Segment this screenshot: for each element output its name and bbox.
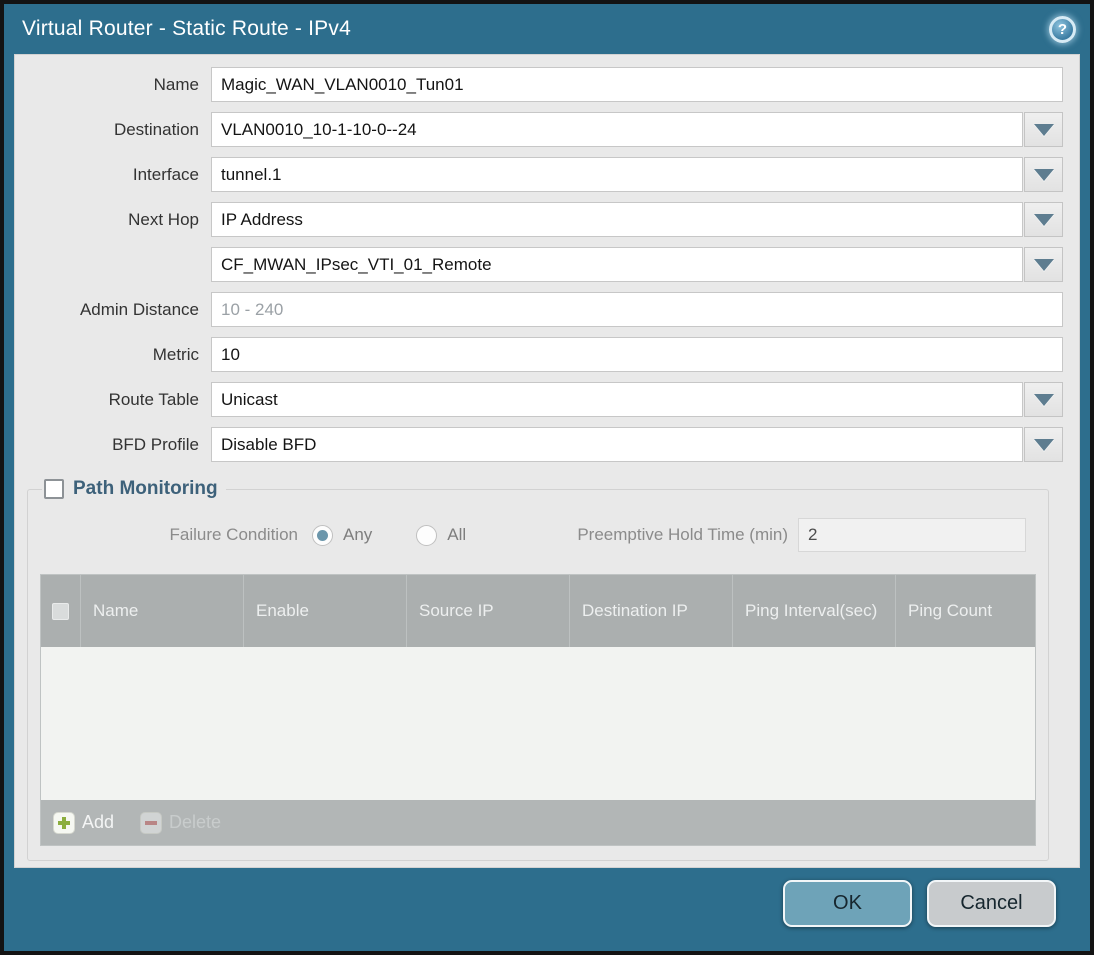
name-label: Name [153, 74, 199, 94]
preemptive-hold-time-label: Preemptive Hold Time (min) [577, 525, 788, 544]
name-input[interactable] [211, 67, 1063, 102]
next-hop-address-dropdown-button[interactable] [1024, 247, 1063, 282]
form-row-bfd-profile: BFD Profile [15, 427, 1063, 462]
radio-selected-dot [317, 529, 328, 541]
add-button-label: Add [82, 812, 115, 832]
table-select-all-cell [41, 575, 81, 647]
dialog-titlebar: Virtual Router - Static Route - IPv4 ? [4, 4, 1090, 54]
radio-all-label: All [447, 525, 467, 544]
interface-input[interactable] [211, 157, 1023, 192]
path-monitoring-section: Path Monitoring Failure Condition Any Al… [27, 478, 1049, 861]
bfd-profile-dropdown-button[interactable] [1024, 427, 1063, 462]
column-header-enable: Enable [244, 575, 407, 647]
table-body-empty [41, 647, 1035, 800]
form-row-interface: Interface [15, 157, 1063, 192]
destination-input[interactable] [211, 112, 1023, 147]
dialog-title: Virtual Router - Static Route - IPv4 [22, 17, 351, 40]
column-header-destination-ip: Destination IP [570, 575, 733, 647]
preemptive-hold-time: Preemptive Hold Time (min) [577, 518, 1026, 552]
delete-button: Delete [140, 811, 222, 834]
admin-distance-input[interactable] [211, 292, 1063, 327]
next-hop-label: Next Hop [128, 209, 199, 229]
form-row-route-table: Route Table [15, 382, 1063, 417]
interface-label: Interface [132, 164, 199, 184]
column-header-ping-interval: Ping Interval(sec) [733, 575, 896, 647]
destination-dropdown-button[interactable] [1024, 112, 1063, 147]
column-header-name: Name [81, 575, 244, 647]
path-monitoring-title: Path Monitoring [73, 478, 218, 499]
static-route-dialog: Virtual Router - Static Route - IPv4 ? N… [0, 0, 1094, 955]
column-header-source-ip: Source IP [407, 575, 570, 647]
chevron-down-icon [1033, 213, 1054, 226]
form-row-next-hop-address [15, 247, 1063, 282]
next-hop-type-input[interactable] [211, 202, 1023, 237]
destination-label: Destination [113, 119, 199, 139]
table-footer-bar: Add Delete [41, 800, 1035, 845]
form-row-destination: Destination [15, 112, 1063, 147]
form-row-name: Name [15, 67, 1063, 102]
failure-condition-label: Failure Condition [169, 525, 298, 544]
select-all-checkbox [52, 602, 69, 620]
add-button[interactable]: Add [53, 811, 115, 834]
route-table-input[interactable] [211, 382, 1023, 417]
radio-any-label: Any [343, 525, 373, 544]
column-header-ping-count: Ping Count [908, 601, 993, 620]
path-monitoring-legend: Path Monitoring [42, 478, 226, 500]
failure-condition-any-option: Any [312, 524, 373, 546]
radio-all-icon [416, 524, 438, 546]
ok-button[interactable]: OK [783, 880, 912, 927]
delete-icon [140, 811, 163, 834]
metric-label: Metric [152, 344, 199, 364]
form-row-admin-distance: Admin Distance [15, 292, 1063, 327]
path-monitoring-controls: Failure Condition Any All Preemptive Hol… [40, 518, 1026, 552]
delete-button-label: Delete [169, 812, 222, 832]
dialog-body: Name Destination Interface Next Hop [14, 54, 1080, 868]
form-row-next-hop: Next Hop [15, 202, 1063, 237]
cancel-button[interactable]: Cancel [927, 880, 1056, 927]
route-table-label: Route Table [108, 389, 199, 409]
add-icon [53, 811, 75, 834]
bfd-profile-input[interactable] [211, 427, 1023, 462]
chevron-down-icon [1033, 258, 1054, 271]
chevron-down-icon [1033, 168, 1054, 181]
help-icon[interactable]: ? [1049, 15, 1076, 43]
interface-dropdown-button[interactable] [1024, 157, 1063, 192]
dialog-footer: OK Cancel [4, 868, 1090, 951]
table-header-row: Name Enable Source IP Destination IP Pin… [41, 575, 1035, 647]
next-hop-type-dropdown-button[interactable] [1024, 202, 1063, 237]
chevron-down-icon [1033, 123, 1054, 136]
route-table-dropdown-button[interactable] [1024, 382, 1063, 417]
bfd-profile-label: BFD Profile [112, 434, 199, 454]
path-monitoring-checkbox[interactable] [44, 479, 64, 499]
radio-any-icon [312, 524, 333, 546]
form-row-metric: Metric [15, 337, 1063, 372]
next-hop-address-input[interactable] [211, 247, 1023, 282]
preemptive-hold-time-input [798, 518, 1026, 552]
metric-input[interactable] [211, 337, 1063, 372]
path-monitoring-table: Name Enable Source IP Destination IP Pin… [40, 574, 1036, 846]
admin-distance-label: Admin Distance [79, 299, 199, 319]
chevron-down-icon [1033, 438, 1054, 451]
chevron-down-icon [1033, 393, 1054, 406]
failure-condition-all-option: All [416, 524, 467, 546]
